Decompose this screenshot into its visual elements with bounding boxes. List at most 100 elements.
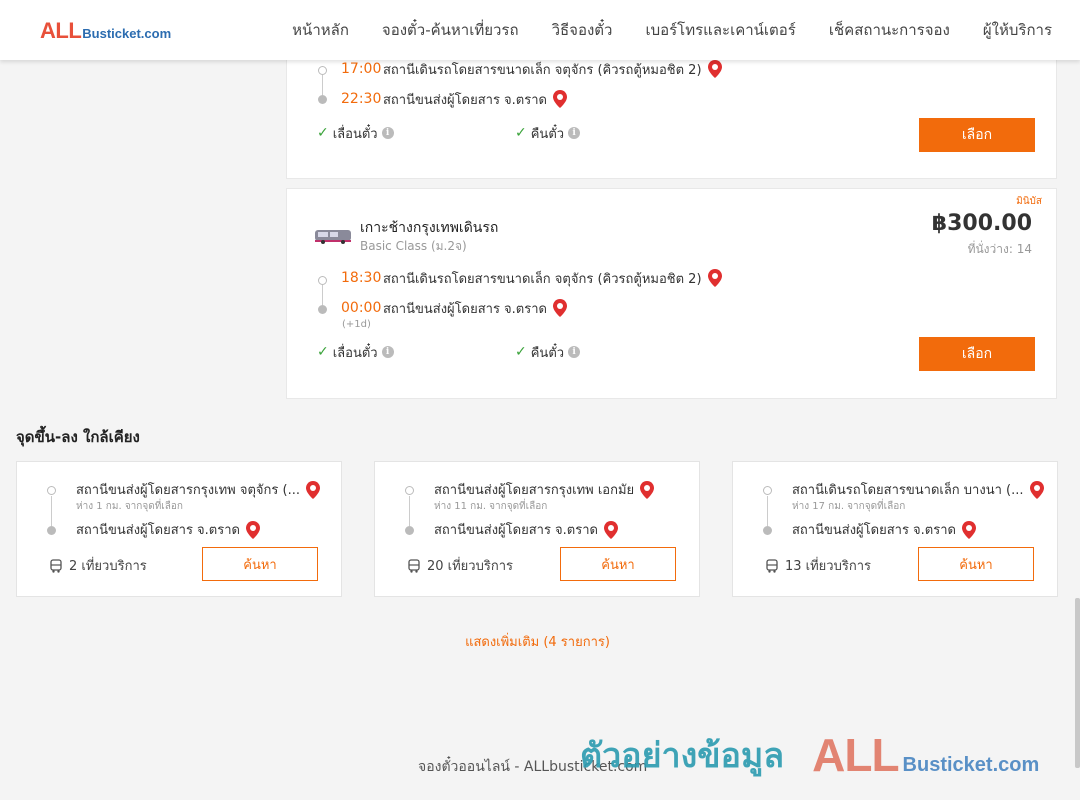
bus-icon (408, 558, 420, 573)
nearby-section-title: จุดขึ้น-ลง ใกล้เคียง (16, 428, 140, 446)
nearby-to-station: สถานีขนส่งผู้โดยสาร จ.ตราด (792, 523, 956, 538)
map-pin-icon[interactable] (961, 520, 976, 539)
bus-class: Basic Class (ม.2จ) (360, 239, 467, 253)
route-line (409, 496, 410, 526)
watermark-logo-rest: Busticket.com (902, 754, 1040, 776)
watermark: ตัวอย่างข้อมูล ALL Busticket.com (580, 728, 1039, 782)
nearby-from-station: สถานีเดินรถโดยสารขนาดเล็ก บางนา (... (792, 483, 1024, 498)
depart-station: สถานีเดินรถโดยสารขนาดเล็ก จตุจักร (คิวรถ… (383, 271, 702, 287)
info-icon[interactable]: i (381, 346, 394, 358)
trip-card: มินิบัส เกาะช้างกรุงเทพเดินรถ Basic Clas… (286, 188, 1057, 399)
map-pin-icon[interactable] (552, 90, 567, 108)
map-pin-icon[interactable] (552, 299, 567, 317)
watermark-logo: ALL Busticket.com (812, 728, 1039, 782)
nearby-distance: ห่าง 1 กม. จากจุดที่เลือก (76, 501, 183, 512)
map-pin-icon[interactable] (1029, 480, 1044, 499)
nearby-from-station: สถานีขนส่งผู้โดยสารกรุงเทพ จตุจักร (... (76, 483, 300, 498)
arrive-stop: 22:30 สถานีขนส่งผู้โดยสาร จ.ตราด (341, 89, 567, 109)
depart-time: 17:00 (341, 61, 382, 77)
feature-refund: ✓ คืนตั๋ว i (515, 343, 581, 361)
depart-station: สถานีเดินรถโดยสารขนาดเล็ก จตุจักร (คิวรถ… (383, 62, 702, 78)
operator-name: เกาะช้างกรุงเทพเดินรถ (360, 220, 499, 236)
trip-price: ฿300.00 (931, 211, 1032, 236)
feature-reschedule-label: เลื่อนตั๋ว (332, 345, 378, 361)
route-line (322, 75, 323, 95)
to-dot (405, 526, 414, 535)
nearby-trips: 20 เที่ยวบริการ (407, 555, 513, 576)
arrive-station: สถานีขนส่งผู้โดยสาร จ.ตราด (383, 92, 547, 108)
depart-stop: 17:00 สถานีเดินรถโดยสารขนาดเล็ก จตุจักร … (341, 59, 722, 79)
nearby-trips-count: 2 เที่ยวบริการ (69, 559, 147, 574)
nav-booking-status[interactable]: เช็คสถานะการจอง (829, 18, 950, 42)
show-more-link[interactable]: แสดงเพิ่มเติม (4 รายการ) (0, 631, 1075, 652)
scrollbar-thumb[interactable] (1075, 598, 1080, 768)
info-icon[interactable]: i (568, 127, 581, 139)
nav-operators[interactable]: ผู้ให้บริการ (983, 18, 1052, 42)
bus-icon (766, 558, 778, 573)
next-day-indicator: (+1d) (342, 319, 371, 330)
nearby-distance: ห่าง 17 กม. จากจุดที่เลือก (792, 501, 906, 512)
map-pin-icon[interactable] (707, 269, 722, 287)
nearby-to-station: สถานีขนส่งผู้โดยสาร จ.ตราด (76, 523, 240, 538)
info-icon[interactable]: i (568, 346, 581, 358)
site-logo[interactable]: ALL Busticket.com (40, 18, 171, 44)
feature-refund-label: คืนตั๋ว (530, 126, 565, 142)
check-icon: ✓ (317, 344, 329, 360)
nearby-trips-count: 13 เที่ยวบริการ (785, 559, 871, 574)
select-trip-button[interactable]: เลือก (919, 118, 1035, 152)
nav-book-search[interactable]: จองตั๋ว-ค้นหาเที่ยวรถ (382, 18, 519, 42)
select-trip-button[interactable]: เลือก (919, 337, 1035, 371)
map-pin-icon[interactable] (640, 480, 655, 499)
depart-stop: 18:30 สถานีเดินรถโดยสารขนาดเล็ก จตุจักร … (341, 268, 722, 288)
map-pin-icon[interactable] (707, 60, 722, 78)
info-icon[interactable]: i (381, 127, 394, 139)
map-pin-icon[interactable] (305, 480, 320, 499)
nearby-from: สถานีขนส่งผู้โดยสารกรุงเทพ จตุจักร (... (76, 479, 320, 500)
nav-home[interactable]: หน้าหลัก (292, 18, 349, 42)
map-pin-icon[interactable] (245, 520, 260, 539)
nearby-from-station: สถานีขนส่งผู้โดยสารกรุงเทพ เอกมัย (434, 483, 635, 498)
check-icon: ✓ (515, 125, 527, 141)
feature-reschedule-label: เลื่อนตั๋ว (332, 126, 378, 142)
check-icon: ✓ (317, 125, 329, 141)
seats-available: ที่นั่งว่าง: 14 (967, 242, 1032, 256)
nav-phone-counter[interactable]: เบอร์โทรและเคาน์เตอร์ (645, 18, 795, 42)
watermark-logo-all: ALL (812, 729, 899, 781)
check-icon: ✓ (515, 344, 527, 360)
route-line (51, 496, 52, 526)
depart-dot (318, 276, 327, 285)
arrive-stop: 00:00 สถานีขนส่งผู้โดยสาร จ.ตราด (341, 298, 567, 318)
route-line (322, 285, 323, 305)
nearby-search-button[interactable]: ค้นหา (202, 547, 318, 581)
nearby-from: สถานีขนส่งผู้โดยสารกรุงเทพ เอกมัย (434, 479, 655, 500)
bus-icon (50, 558, 62, 573)
nearby-to: สถานีขนส่งผู้โดยสาร จ.ตราด (76, 519, 260, 540)
arrive-dot (318, 95, 327, 104)
from-dot (405, 486, 414, 495)
nav-how-to-book[interactable]: วิธีจองตั๋ว (552, 18, 613, 42)
nearby-from: สถานีเดินรถโดยสารขนาดเล็ก บางนา (... (792, 479, 1044, 500)
map-pin-icon[interactable] (603, 520, 618, 539)
to-dot (763, 526, 772, 535)
feature-reschedule: ✓ เลื่อนตั๋ว i (317, 343, 394, 361)
nearby-to-station: สถานีขนส่งผู้โดยสาร จ.ตราด (434, 523, 598, 538)
nearby-card: สถานีขนส่งผู้โดยสารกรุงเทพ จตุจักร (... … (16, 461, 342, 597)
arrive-dot (318, 305, 327, 314)
nearby-search-button[interactable]: ค้นหา (560, 547, 676, 581)
nearby-search-button[interactable]: ค้นหา (918, 547, 1034, 581)
feature-reschedule: ✓ เลื่อนตั๋ว i (317, 124, 394, 142)
nearby-trips-count: 20 เที่ยวบริการ (427, 559, 513, 574)
arrive-time: 00:00 (341, 300, 382, 316)
depart-time: 18:30 (341, 270, 382, 286)
feature-refund: ✓ คืนตั๋ว i (515, 124, 581, 142)
route-line (767, 496, 768, 526)
nearby-distance: ห่าง 11 กม. จากจุดที่เลือก (434, 501, 548, 512)
from-dot (47, 486, 56, 495)
depart-dot (318, 66, 327, 75)
logo-all-text: ALL (40, 18, 82, 43)
arrive-time: 22:30 (341, 91, 382, 107)
nearby-to: สถานีขนส่งผู้โดยสาร จ.ตราด (792, 519, 976, 540)
nearby-trips: 2 เที่ยวบริการ (49, 555, 147, 576)
footer-text: จองตั๋วออนไลน์ - ALLbusticket.com (418, 759, 648, 775)
main-nav: หน้าหลัก จองตั๋ว-ค้นหาเที่ยวรถ วิธีจองตั… (259, 0, 1052, 60)
